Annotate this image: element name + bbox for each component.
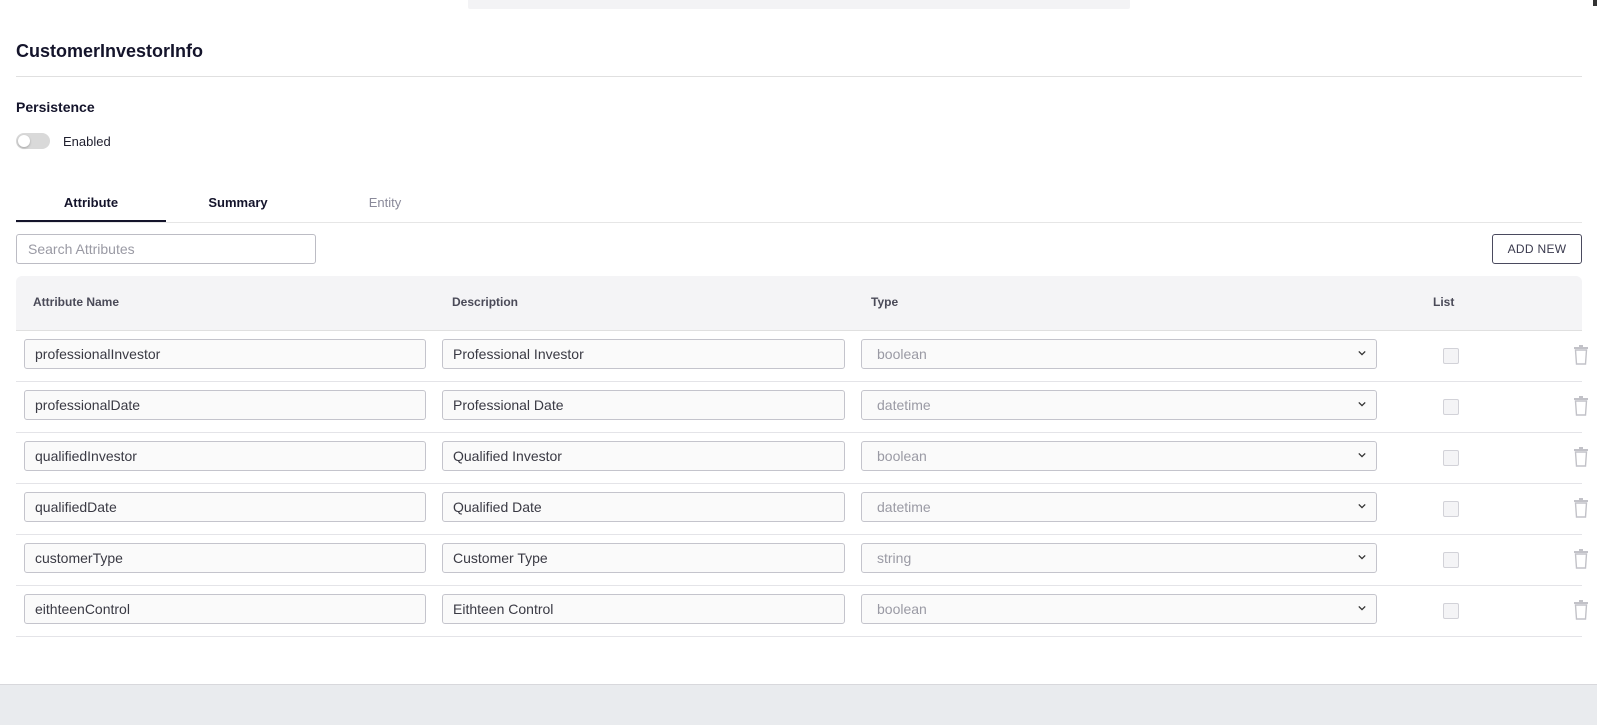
type-select[interactable]: datetime [861,492,1377,522]
description-input[interactable]: Customer Type [442,543,845,573]
list-checkbox[interactable] [1443,603,1459,619]
header-type: Type [871,295,899,309]
tab-summary[interactable]: Summary [163,186,313,222]
list-checkbox[interactable] [1443,450,1459,466]
description-input[interactable]: Eithteen Control [442,594,845,624]
persistence-toggle[interactable] [16,133,50,149]
attribute-name-input[interactable]: professionalDate [24,390,426,420]
chevron-down-icon [1358,605,1366,611]
header-attribute-name: Attribute Name [33,295,120,309]
page-title: CustomerInvestorInfo [16,41,204,61]
tab-bar: Attribute Summary Entity [16,186,1582,223]
persistence-label: Persistence [16,99,95,115]
attribute-name-input[interactable]: qualifiedDate [24,492,426,522]
list-checkbox[interactable] [1443,552,1459,568]
chevron-down-icon [1358,554,1366,560]
table-row: eithteenControl Eithteen Control boolean [16,586,1588,637]
list-checkbox[interactable] [1443,348,1459,364]
type-select[interactable]: boolean [861,441,1377,471]
trash-icon[interactable] [1573,549,1589,569]
toggle-label: Enabled [63,134,111,149]
table-row: customerType Customer Type string [16,535,1588,586]
list-checkbox[interactable] [1443,399,1459,415]
trash-icon[interactable] [1573,447,1589,467]
attribute-name-input[interactable]: eithteenControl [24,594,426,624]
table-row: qualifiedInvestor Qualified Investor boo… [16,433,1588,484]
chevron-down-icon [1358,350,1366,356]
type-select[interactable]: datetime [861,390,1377,420]
trash-icon[interactable] [1573,345,1589,365]
toggle-knob [18,135,30,147]
tab-attribute[interactable]: Attribute [16,186,166,222]
header-description: Description [452,295,519,309]
description-input[interactable]: Qualified Date [442,492,845,522]
corner-mark [1593,0,1597,6]
trash-icon[interactable] [1573,600,1589,620]
search-input[interactable] [16,234,316,264]
description-input[interactable]: Professional Date [442,390,845,420]
attribute-name-input[interactable]: customerType [24,543,426,573]
attribute-name-input[interactable]: professionalInvestor [24,339,426,369]
type-value: string [877,550,912,566]
description-input[interactable]: Professional Investor [442,339,845,369]
type-select[interactable]: string [861,543,1377,573]
trash-icon[interactable] [1573,396,1589,416]
type-select[interactable]: boolean [861,594,1377,624]
list-checkbox[interactable] [1443,501,1459,517]
chevron-down-icon [1358,452,1366,458]
attributes-table: Attribute Name Description Type List pro… [16,276,1588,637]
tab-entity[interactable]: Entity [310,186,460,222]
chevron-down-icon [1358,401,1366,407]
type-value: boolean [877,601,927,617]
table-header: Attribute Name Description Type List [16,276,1582,331]
chevron-down-icon [1358,503,1366,509]
type-value: boolean [877,448,927,464]
trash-icon[interactable] [1573,498,1589,518]
type-value: datetime [877,499,931,515]
top-banner [468,0,1130,9]
type-value: datetime [877,397,931,413]
type-select[interactable]: boolean [861,339,1377,369]
type-value: boolean [877,346,927,362]
table-row: professionalInvestor Professional Invest… [16,331,1588,382]
header-list: List [1433,295,1455,309]
title-divider [16,76,1582,77]
table-row: professionalDate Professional Date datet… [16,382,1588,433]
table-row: qualifiedDate Qualified Date datetime [16,484,1588,535]
add-new-button[interactable]: ADD NEW [1492,234,1582,264]
footer-bar [0,684,1597,725]
attribute-name-input[interactable]: qualifiedInvestor [24,441,426,471]
table-body: professionalInvestor Professional Invest… [16,331,1588,637]
description-input[interactable]: Qualified Investor [442,441,845,471]
